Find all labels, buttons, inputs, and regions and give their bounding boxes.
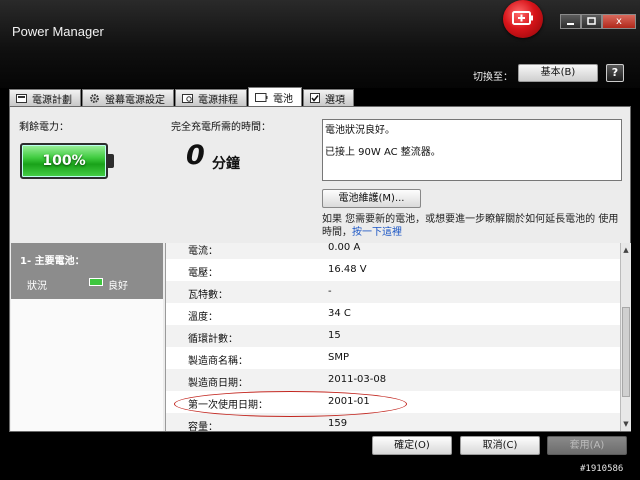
table-row: 容量： 159 — [166, 413, 620, 431]
profile-dropdown[interactable]: 基本(B) — [518, 64, 598, 82]
tab-label: 螢幕電源設定 — [105, 94, 165, 106]
battery-percent-text: 100% — [42, 153, 86, 169]
ok-button[interactable]: 確定(O) — [372, 436, 452, 455]
detail-key: 溫度： — [188, 312, 218, 323]
battery-condition-label: 狀況 — [27, 281, 47, 292]
title-bar: Power Manager x 切換至： 基本(B) ? — [0, 0, 640, 88]
tab-label: 選項 — [325, 94, 345, 106]
battery-ok-icon — [89, 278, 103, 286]
switch-to-label: 切換至： — [473, 72, 513, 83]
detail-value: 34 C — [328, 308, 351, 319]
table-row: 製造商名稱： SMP — [166, 347, 620, 369]
detail-value: 15 — [328, 330, 341, 341]
detail-value: - — [328, 286, 332, 297]
charge-time-unit: 分鐘 — [212, 156, 240, 172]
tab-display-power[interactable]: 螢幕電源設定 — [82, 89, 174, 106]
table-row: 溫度： 34 C — [166, 303, 620, 325]
checkbox-icon — [310, 93, 320, 103]
tab-label: 電源排程 — [198, 94, 238, 106]
battery-info-note: 如果 您需要新的電池，或想要進一步瞭解關於如何延長電池的 使用時間，按一下這裡 — [322, 213, 626, 239]
window-controls: x — [560, 14, 636, 29]
tab-power-plan[interactable]: 電源計劃 — [9, 89, 81, 106]
maximize-button[interactable] — [581, 14, 602, 29]
detail-key: 循環計數： — [188, 334, 238, 345]
detail-value: 2011-03-08 — [328, 374, 387, 385]
battery-list-item-primary[interactable]: 1- 主要電池： 狀況 良好 — [11, 243, 163, 299]
full-charge-time-label: 完全充電所需的時間： — [171, 122, 271, 133]
tab-power-schedule[interactable]: 電源排程 — [175, 89, 247, 106]
battery-status-line: 電池狀況良好。 — [325, 125, 395, 136]
window-title: Power Manager — [12, 24, 104, 39]
minimize-button[interactable] — [560, 14, 581, 29]
detail-key: 製造商名稱： — [188, 356, 248, 367]
battery-icon — [255, 92, 268, 102]
battery-maintenance-button[interactable]: 電池維護(M)... — [322, 189, 421, 208]
table-row: 電流： 0.00 A — [166, 243, 620, 259]
close-icon: x — [616, 16, 622, 27]
close-button[interactable]: x — [602, 14, 636, 29]
scroll-up-icon[interactable]: ▲ — [621, 245, 631, 255]
apply-button[interactable]: 套用(A) — [547, 436, 627, 455]
detail-value: 2001-01 — [328, 396, 370, 407]
minimize-icon — [567, 23, 574, 25]
clock-icon — [182, 93, 193, 103]
detail-value: 0.00 A — [328, 243, 361, 253]
help-button[interactable]: ? — [606, 64, 624, 82]
primary-battery-title: 1- 主要電池： — [20, 256, 85, 267]
maximize-icon — [587, 17, 596, 25]
detail-key: 電流： — [188, 246, 218, 257]
detail-key: 瓦特數： — [188, 290, 228, 301]
scrollbar-thumb[interactable] — [622, 307, 630, 397]
table-row: 循環計數： 15 — [166, 325, 620, 347]
power-plan-icon — [16, 93, 27, 103]
scroll-down-icon[interactable]: ▼ — [621, 419, 631, 429]
tab-battery[interactable]: 電池 — [248, 87, 302, 106]
tab-options[interactable]: 選項 — [303, 89, 354, 106]
click-here-link[interactable]: 按一下這裡 — [352, 227, 402, 238]
battery-list: 1- 主要電池： 狀況 良好 — [11, 243, 163, 431]
battery-panel: 剩餘電力： 100% 完全充電所需的時間： 0 分鐘 電池狀況良好。 已接上 9… — [9, 106, 631, 432]
table-row: 第一次使用日期： 2001-01 — [166, 391, 620, 413]
tab-label: 電源計劃 — [32, 94, 72, 106]
gear-icon — [90, 93, 99, 103]
battery-details-table: 電流： 0.00 A 電壓： 16.48 V 瓦特數： - 溫度： 34 C 循… — [165, 243, 620, 431]
detail-value: 159 — [328, 418, 348, 429]
detail-key: 製造商日期： — [188, 378, 248, 389]
battery-status-box: 電池狀況良好。 已接上 90W AC 整流器。 — [322, 119, 622, 181]
detail-key: 容量： — [188, 422, 218, 431]
detail-value: 16.48 V — [328, 264, 367, 275]
charge-time-value: 0 — [186, 140, 205, 171]
battery-condition-value: 良好 — [108, 281, 128, 292]
remaining-power-label: 剩餘電力： — [19, 122, 69, 133]
tab-bar: 電源計劃 螢幕電源設定 電源排程 電池 選項 — [9, 87, 355, 106]
detail-value: SMP — [328, 352, 350, 363]
details-scrollbar[interactable]: ▲ ▼ — [620, 243, 631, 431]
power-manager-logo-icon — [503, 0, 543, 38]
adapter-status-line: 已接上 90W AC 整流器。 — [325, 147, 441, 158]
detail-key: 電壓： — [188, 268, 218, 279]
table-row: 製造商日期： 2011-03-08 — [166, 369, 620, 391]
watermark-text: #1910586 — [580, 464, 624, 474]
cancel-button[interactable]: 取消(C) — [460, 436, 540, 455]
detail-key: 第一次使用日期： — [188, 400, 268, 411]
tab-label: 電池 — [273, 93, 293, 105]
battery-terminal — [108, 154, 114, 168]
table-row: 電壓： 16.48 V — [166, 259, 620, 281]
table-row: 瓦特數： - — [166, 281, 620, 303]
